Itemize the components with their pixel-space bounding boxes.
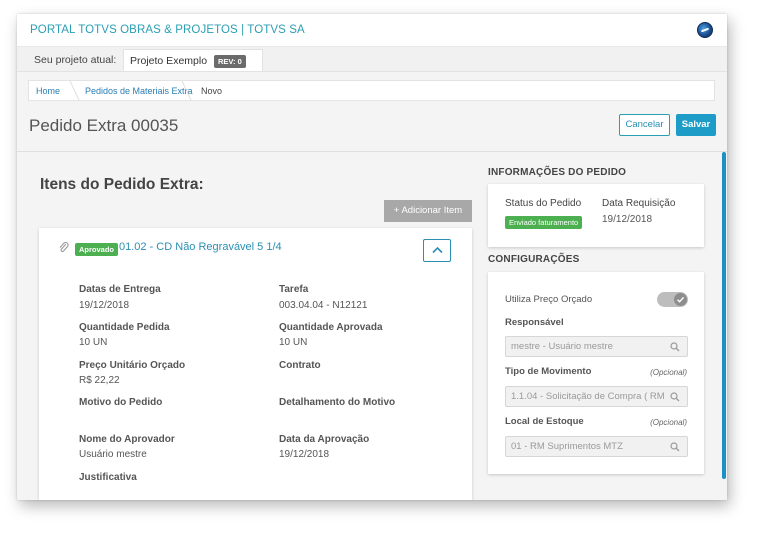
movement-type-label: Tipo de Movimento: [505, 366, 592, 377]
revision-badge: REV: 0: [214, 55, 246, 68]
task-label: Tarefa: [279, 284, 309, 295]
paperclip-icon[interactable]: [59, 242, 69, 254]
request-reason-label: Motivo do Pedido: [79, 397, 163, 408]
scrollbar-thumb[interactable]: [722, 152, 726, 479]
cancel-button[interactable]: Cancelar: [619, 114, 670, 136]
approval-date-value: 19/12/2018: [279, 449, 330, 460]
save-button[interactable]: Salvar: [676, 114, 716, 136]
stock-location-input[interactable]: 01 - RM Suprimentos MTZ: [505, 436, 688, 457]
order-info-card: Status do Pedido Enviado faturamento Dat…: [488, 184, 704, 247]
order-status-badge: Enviado faturamento: [505, 216, 583, 229]
breadcrumb-separator: [62, 81, 80, 100]
item-name-link[interactable]: 01.02 - CD Não Regravável 5 1/4: [119, 241, 282, 253]
top-header: PORTAL TOTVS OBRAS & PROJETOS | TOTVS SA: [17, 14, 727, 47]
movement-type-input-text: 1.1.04 - Solicitação de Compra ( RM: [511, 391, 665, 402]
responsible-input-text: mestre - Usuário mestre: [511, 341, 613, 352]
collapse-button[interactable]: [423, 239, 451, 262]
portal-title[interactable]: PORTAL TOTVS OBRAS & PROJETOS | TOTVS SA: [30, 24, 305, 36]
stock-location-input-text: 01 - RM Suprimentos MTZ: [511, 441, 623, 452]
stock-location-optional: (Opcional): [650, 418, 687, 427]
search-icon[interactable]: [670, 342, 680, 352]
approved-badge: Aprovado: [75, 243, 119, 256]
requested-quantity-label: Quantidade Pedida: [79, 322, 170, 333]
project-name: Projeto Exemplo: [130, 55, 208, 67]
unit-price-label: Preço Unitário Orçado: [79, 360, 186, 371]
header-divider: [17, 151, 727, 152]
globe-icon[interactable]: [697, 22, 713, 38]
movement-type-input[interactable]: 1.1.04 - Solicitação de Compra ( RM: [505, 386, 688, 407]
requested-quantity-value: 10 UN: [79, 337, 108, 348]
justification-label: Justificativa: [79, 472, 137, 483]
unit-price-value: R$ 22,22: [79, 375, 120, 386]
project-label: Seu projeto atual:: [34, 54, 117, 66]
check-icon: [677, 296, 685, 303]
breadcrumb-current: Novo: [201, 86, 223, 96]
app-window: PORTAL TOTVS OBRAS & PROJETOS | TOTVS SA…: [17, 14, 727, 500]
contract-label: Contrato: [279, 360, 321, 371]
search-icon[interactable]: [670, 392, 680, 402]
search-icon[interactable]: [670, 442, 680, 452]
delivery-dates-value: 19/12/2018: [79, 300, 130, 311]
delivery-dates-label: Datas de Entrega: [79, 284, 161, 295]
movement-type-optional: (Opcional): [650, 368, 687, 377]
project-selector[interactable]: Projeto Exemplo REV: 0: [123, 49, 263, 71]
request-date-value: 19/12/2018: [602, 214, 653, 225]
request-date-label: Data Requisição: [602, 198, 676, 209]
reason-detail-label: Detalhamento do Motivo: [279, 397, 396, 408]
budget-price-toggle[interactable]: [657, 292, 688, 307]
approved-quantity-value: 10 UN: [279, 337, 308, 348]
stock-location-label: Local de Estoque: [505, 416, 584, 427]
approved-quantity-label: Quantidade Aprovada: [279, 322, 383, 333]
item-card: Aprovado 01.02 - CD Não Regravável 5 1/4…: [39, 228, 472, 500]
breadcrumb: Home Pedidos de Materiais Extra Novo: [28, 80, 715, 101]
approver-name-value: Usuário mestre: [79, 449, 147, 460]
responsible-input[interactable]: mestre - Usuário mestre: [505, 336, 688, 357]
responsible-label: Responsável: [505, 317, 564, 328]
task-value: 003.04.04 - N12121: [279, 300, 368, 311]
items-section-title: Itens do Pedido Extra:: [40, 176, 204, 193]
config-card: Utiliza Preço Orçado Responsável mestre …: [488, 272, 704, 474]
order-info-title: INFORMAÇÕES DO PEDIDO: [488, 167, 627, 178]
budget-price-label: Utiliza Preço Orçado: [505, 294, 593, 305]
toggle-knob: [674, 293, 687, 306]
project-bar: Seu projeto atual: Projeto Exemplo REV: …: [17, 47, 727, 72]
add-item-button[interactable]: + Adicionar Item: [384, 200, 472, 222]
config-title: CONFIGURAÇÕES: [488, 254, 580, 265]
breadcrumb-pedidos[interactable]: Pedidos de Materiais Extra: [85, 86, 193, 96]
chevron-up-icon: [432, 246, 443, 254]
page-title: Pedido Extra 00035: [29, 116, 179, 135]
approver-name-label: Nome do Aprovador: [79, 434, 175, 445]
approval-date-label: Data da Aprovação: [279, 434, 370, 445]
order-status-label: Status do Pedido: [505, 198, 582, 209]
breadcrumb-home[interactable]: Home: [36, 86, 60, 96]
